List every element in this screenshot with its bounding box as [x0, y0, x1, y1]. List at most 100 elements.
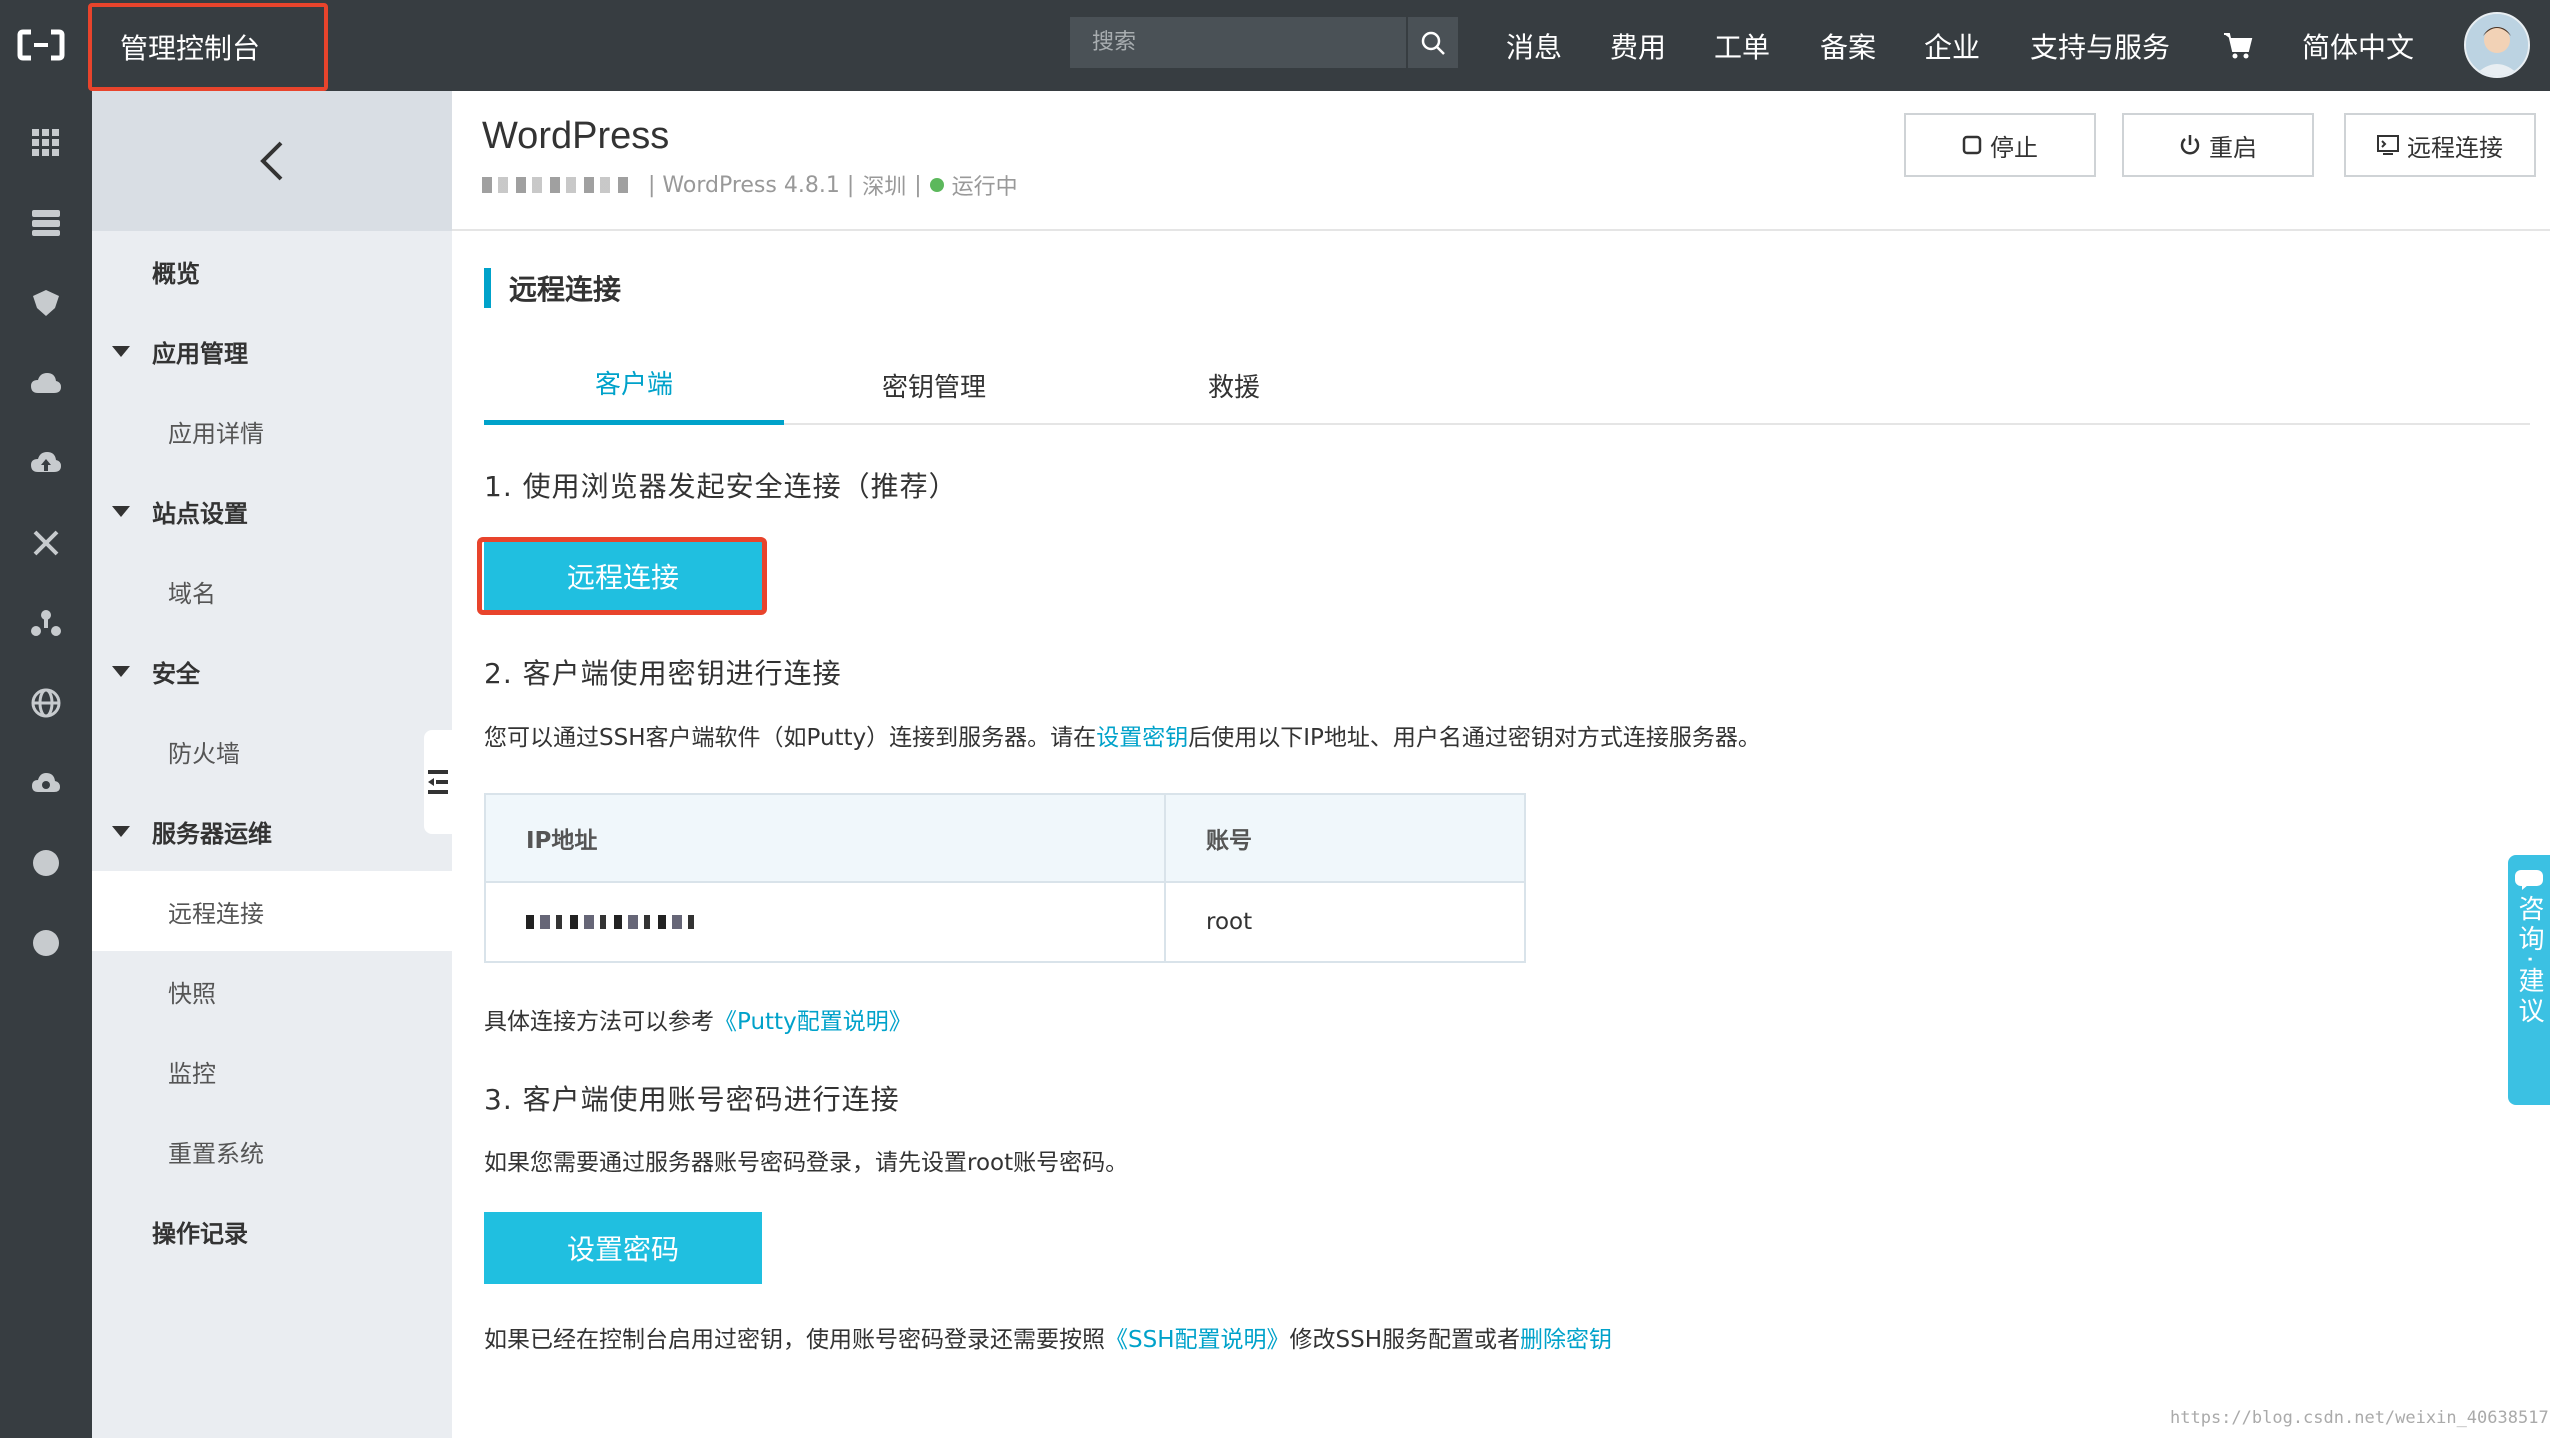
- circle-icon[interactable]: [26, 923, 66, 963]
- nav-language[interactable]: 简体中文: [2302, 0, 2414, 91]
- watermark: https://blog.csdn.net/weixin_40638517: [2170, 1408, 2549, 1428]
- sidebar-item-label: 应用管理: [152, 339, 248, 368]
- sidebar-item-label: 应用详情: [168, 419, 264, 448]
- ssh-config-link[interactable]: 《SSH配置说明》: [1105, 1327, 1290, 1353]
- search-box: [1070, 17, 1458, 68]
- sidebar-item-snapshot[interactable]: 快照: [92, 951, 452, 1031]
- instance-header: WordPress | WordPress 4.8.1 | 深圳 | 运行中 停…: [452, 91, 2550, 231]
- step3-heading: 3. 客户端使用账号密码进行连接: [484, 1083, 900, 1116]
- step2-text-b: 后使用以下IP地址、用户名通过密钥对方式连接服务器。: [1188, 725, 1761, 751]
- cloud-sync-icon[interactable]: [26, 763, 66, 803]
- remote-connect-header-label: 远程连接: [2407, 133, 2503, 162]
- consult-feedback-tab[interactable]: 咨询·建议: [2508, 855, 2550, 1105]
- search-button[interactable]: [1406, 17, 1458, 68]
- stop-button[interactable]: 停止: [1904, 113, 2096, 177]
- sidebar-group-ops[interactable]: 服务器运维: [92, 791, 452, 871]
- table-header-row: IP地址 账号: [484, 793, 1526, 883]
- back-button[interactable]: [92, 91, 452, 231]
- nav-enterprise[interactable]: 企业: [1924, 0, 1980, 91]
- restart-button-label: 重启: [2209, 133, 2257, 162]
- cloud-upload-icon[interactable]: [26, 443, 66, 483]
- tab-key-management[interactable]: 密钥管理: [784, 345, 1084, 425]
- sidebar-item-label: 概览: [152, 259, 200, 288]
- sidebar-group-app[interactable]: 应用管理: [92, 311, 452, 391]
- aliyun-logo-icon[interactable]: [16, 22, 66, 68]
- sidebar-item-label: 域名: [168, 579, 216, 608]
- instance-name-redacted: [482, 177, 632, 193]
- top-bar: 管理控制台 消息 费用 工单 备案 企业 支持与服务 简体中文: [0, 0, 2550, 91]
- server-icon[interactable]: [26, 203, 66, 243]
- sidebar-item-label: 服务器运维: [152, 819, 272, 848]
- remote-connect-header-button[interactable]: 远程连接: [2344, 113, 2536, 177]
- table-row: root: [484, 881, 1526, 963]
- product-rail: [0, 91, 92, 1438]
- nav-support[interactable]: 支持与服务: [2030, 0, 2170, 91]
- search-icon: [1421, 31, 1445, 55]
- sidebar-item-remote[interactable]: 远程连接: [92, 871, 452, 951]
- network-icon[interactable]: [26, 523, 66, 563]
- power-icon: [2180, 135, 2200, 155]
- grid-icon[interactable]: [26, 123, 66, 163]
- instance-version: | WordPress 4.8.1 |: [648, 172, 855, 198]
- chat-icon: [2515, 870, 2543, 890]
- meta-separator: |: [914, 172, 922, 198]
- sidebar: 概览 应用管理 应用详情 站点设置 域名 安全 防火墙 服务器运维 远程连接 快…: [92, 91, 452, 1438]
- step2-heading: 2. 客户端使用密钥进行连接: [484, 657, 842, 690]
- putty-reference: 具体连接方法可以参考《Putty配置说明》: [484, 1002, 912, 1036]
- restart-button[interactable]: 重启: [2122, 113, 2314, 177]
- connection-info-table: IP地址 账号 root: [484, 793, 1526, 963]
- search-input[interactable]: [1070, 17, 1406, 68]
- sidebar-item-monitor[interactable]: 监控: [92, 1031, 452, 1111]
- sidebar-item-firewall[interactable]: 防火墙: [92, 711, 452, 791]
- stop-icon: [1962, 135, 1982, 155]
- sidebar-group-security[interactable]: 安全: [92, 631, 452, 711]
- set-password-button[interactable]: 设置密码: [484, 1212, 762, 1284]
- sidebar-item-reset[interactable]: 重置系统: [92, 1111, 452, 1191]
- sidebar-group-site[interactable]: 站点设置: [92, 471, 452, 551]
- sidebar-item-overview[interactable]: 概览: [92, 231, 452, 311]
- sidebar-item-domain[interactable]: 域名: [92, 551, 452, 631]
- footer-text-b: 修改SSH服务配置或者: [1289, 1327, 1521, 1353]
- footer-text-a: 如果已经在控制台启用过密钥，使用账号密码登录还需要按照: [484, 1327, 1105, 1353]
- avatar[interactable]: [2464, 12, 2530, 78]
- globe-icon[interactable]: [26, 683, 66, 723]
- caret-down-icon: [112, 505, 130, 517]
- nav-messages[interactable]: 消息: [1506, 0, 1562, 91]
- account-column-header: 账号: [1164, 793, 1526, 883]
- terminal-icon: [2377, 135, 2399, 155]
- step2-text-a: 您可以通过SSH客户端软件（如Putty）连接到服务器。请在: [484, 725, 1097, 751]
- caret-down-icon: [112, 665, 130, 677]
- sidebar-item-label: 防火墙: [168, 739, 240, 768]
- status-dot-icon: [929, 178, 944, 192]
- console-title[interactable]: 管理控制台: [88, 3, 328, 91]
- page-title: WordPress: [482, 115, 670, 157]
- tab-client[interactable]: 客户端: [484, 345, 784, 425]
- cluster-icon[interactable]: [26, 603, 66, 643]
- stop-button-label: 停止: [1990, 133, 2038, 162]
- nav-tickets[interactable]: 工单: [1714, 0, 1770, 91]
- database-icon[interactable]: [26, 283, 66, 323]
- sidebar-collapse-handle[interactable]: [424, 730, 452, 834]
- sidebar-item-oplog[interactable]: 操作记录: [92, 1191, 452, 1271]
- ip-address-redacted: [484, 881, 1166, 963]
- nav-billing[interactable]: 费用: [1610, 0, 1666, 91]
- delete-key-link[interactable]: 删除密钥: [1520, 1327, 1612, 1353]
- caret-down-icon: [112, 825, 130, 837]
- cart-icon[interactable]: [2222, 0, 2254, 91]
- putty-config-link[interactable]: 《Putty配置说明》: [714, 1009, 912, 1035]
- instance-region: 深圳: [862, 175, 907, 200]
- sidebar-item-label: 操作记录: [152, 1219, 248, 1248]
- section-title: 远程连接: [484, 268, 621, 308]
- cloud-icon[interactable]: [26, 363, 66, 403]
- sidebar-item-label: 快照: [168, 979, 216, 1008]
- sidebar-item-label: 监控: [168, 1059, 216, 1088]
- tab-rescue[interactable]: 救援: [1084, 345, 1384, 425]
- ssh-footer-note: 如果已经在控制台启用过密钥，使用账号密码登录还需要按照《SSH配置说明》修改SS…: [484, 1320, 1612, 1354]
- nav-icp[interactable]: 备案: [1820, 0, 1876, 91]
- set-key-link[interactable]: 设置密钥: [1096, 725, 1188, 751]
- chevron-left-icon: [260, 141, 283, 181]
- caret-down-icon: [112, 345, 130, 357]
- circle-icon[interactable]: [26, 843, 66, 883]
- sidebar-item-app-detail[interactable]: 应用详情: [92, 391, 452, 471]
- ip-mosaic: [526, 915, 698, 929]
